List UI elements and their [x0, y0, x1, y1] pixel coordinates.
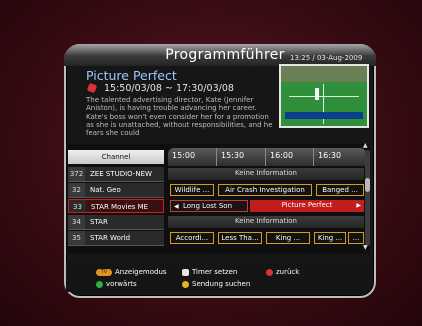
scrollbar[interactable]: [365, 150, 370, 246]
channel-number: 35: [68, 231, 85, 245]
time-divider: [313, 148, 314, 166]
preview-court-line: [289, 96, 359, 97]
channel-number: 372: [68, 167, 85, 181]
channel-row[interactable]: 34 STAR: [68, 215, 164, 230]
green-button-icon: [96, 280, 103, 288]
right-arrow-icon: ▶: [356, 202, 361, 209]
channel-number: 32: [68, 183, 85, 197]
channel-row-selected[interactable]: 33 STAR Movies ME: [68, 199, 164, 213]
program-cell[interactable]: King ...: [266, 232, 310, 244]
program-cell[interactable]: Accordi...: [170, 232, 214, 244]
epg-row: Accordi... Less Tha... King ... King ...…: [168, 231, 366, 245]
legend-label: zurück: [276, 268, 300, 276]
time-slot: 16:00: [270, 151, 294, 160]
page-title: Programmführer: [165, 47, 285, 63]
time-slot: 15:30: [221, 151, 245, 160]
time-slot: 15:00: [172, 151, 196, 160]
program-cell[interactable]: Air Crash Investigation: [218, 184, 312, 196]
channel-name: Nat. Geo: [90, 186, 121, 194]
program-time: 15:50/03/08 ~ 17:30/03/08: [104, 83, 234, 94]
epg-row: ◀ Long Lost Son Picture Perfect ▶: [168, 199, 366, 213]
scroll-down-icon[interactable]: ▼: [363, 244, 368, 251]
datetime: 13:25 / 03-Aug-2009: [290, 54, 363, 62]
program-cell[interactable]: ...: [348, 232, 364, 244]
preview-court: [281, 82, 367, 126]
epg-row: Keine Information: [168, 167, 366, 181]
preview-player: [315, 88, 319, 100]
white-button-icon: [182, 268, 189, 276]
epg-row: Wildlife ... Air Crash Investigation Ban…: [168, 183, 366, 197]
channel-row[interactable]: 32 Nat. Geo: [68, 183, 164, 198]
legend-label: Sendung suchen: [192, 280, 251, 288]
program-cell[interactable]: Banged ...: [316, 184, 364, 196]
program-cell[interactable]: Less Tha...: [218, 232, 262, 244]
yellow-button-icon: [182, 280, 189, 288]
epg-row: Keine Information: [168, 215, 366, 229]
program-cell-label: Picture Perfect: [281, 201, 333, 209]
no-info-cell[interactable]: Keine Information: [168, 216, 364, 228]
preview-video: [279, 64, 369, 128]
program-cell-label: Long Lost Son: [183, 202, 233, 210]
legend-label: vorwärts: [106, 280, 137, 288]
legend-label: Anzeigemodus: [115, 268, 167, 276]
legend-search[interactable]: Sendung suchen: [182, 280, 250, 288]
left-arrow-icon: ◀: [174, 203, 179, 210]
time-divider: [216, 148, 217, 166]
channel-number: 34: [68, 215, 85, 229]
legend-back[interactable]: zurück: [266, 268, 299, 276]
pill-button-icon: TV: [96, 268, 112, 276]
program-cell[interactable]: ◀ Long Lost Son: [170, 200, 248, 212]
legend-forward[interactable]: vorwärts: [96, 280, 137, 288]
legend-display-mode[interactable]: TV Anzeigemodus: [96, 268, 167, 276]
preview-ad-banner: [285, 112, 363, 119]
scroll-up-icon[interactable]: ▲: [363, 142, 368, 149]
legend-label: Timer setzen: [192, 268, 238, 276]
channel-row[interactable]: 372 ZEE STUDIO-NEW: [68, 167, 164, 182]
scroll-thumb[interactable]: [365, 178, 370, 192]
program-cell-selected[interactable]: Picture Perfect ▶: [250, 200, 364, 212]
red-button-icon: [266, 268, 273, 276]
time-divider: [265, 148, 266, 166]
channel-name: ZEE STUDIO-NEW: [90, 170, 152, 178]
channel-row[interactable]: 35 STAR World: [68, 231, 164, 246]
program-cell[interactable]: King ...: [314, 232, 346, 244]
program-cell[interactable]: Wildlife ...: [170, 184, 214, 196]
channel-name: STAR: [90, 218, 108, 226]
channel-number: 33: [69, 200, 86, 212]
channel-name: STAR World: [90, 234, 131, 242]
channel-name: STAR Movies ME: [91, 203, 149, 211]
legend-set-timer[interactable]: Timer setzen: [182, 268, 237, 276]
program-description: The talented advertising director, Kate …: [86, 96, 273, 136]
program-title: Picture Perfect: [86, 68, 177, 83]
time-slot: 16:30: [318, 151, 342, 160]
preview-stands: [281, 66, 367, 82]
channel-column-header: Channel: [68, 150, 164, 164]
no-info-cell[interactable]: Keine Information: [168, 168, 364, 180]
